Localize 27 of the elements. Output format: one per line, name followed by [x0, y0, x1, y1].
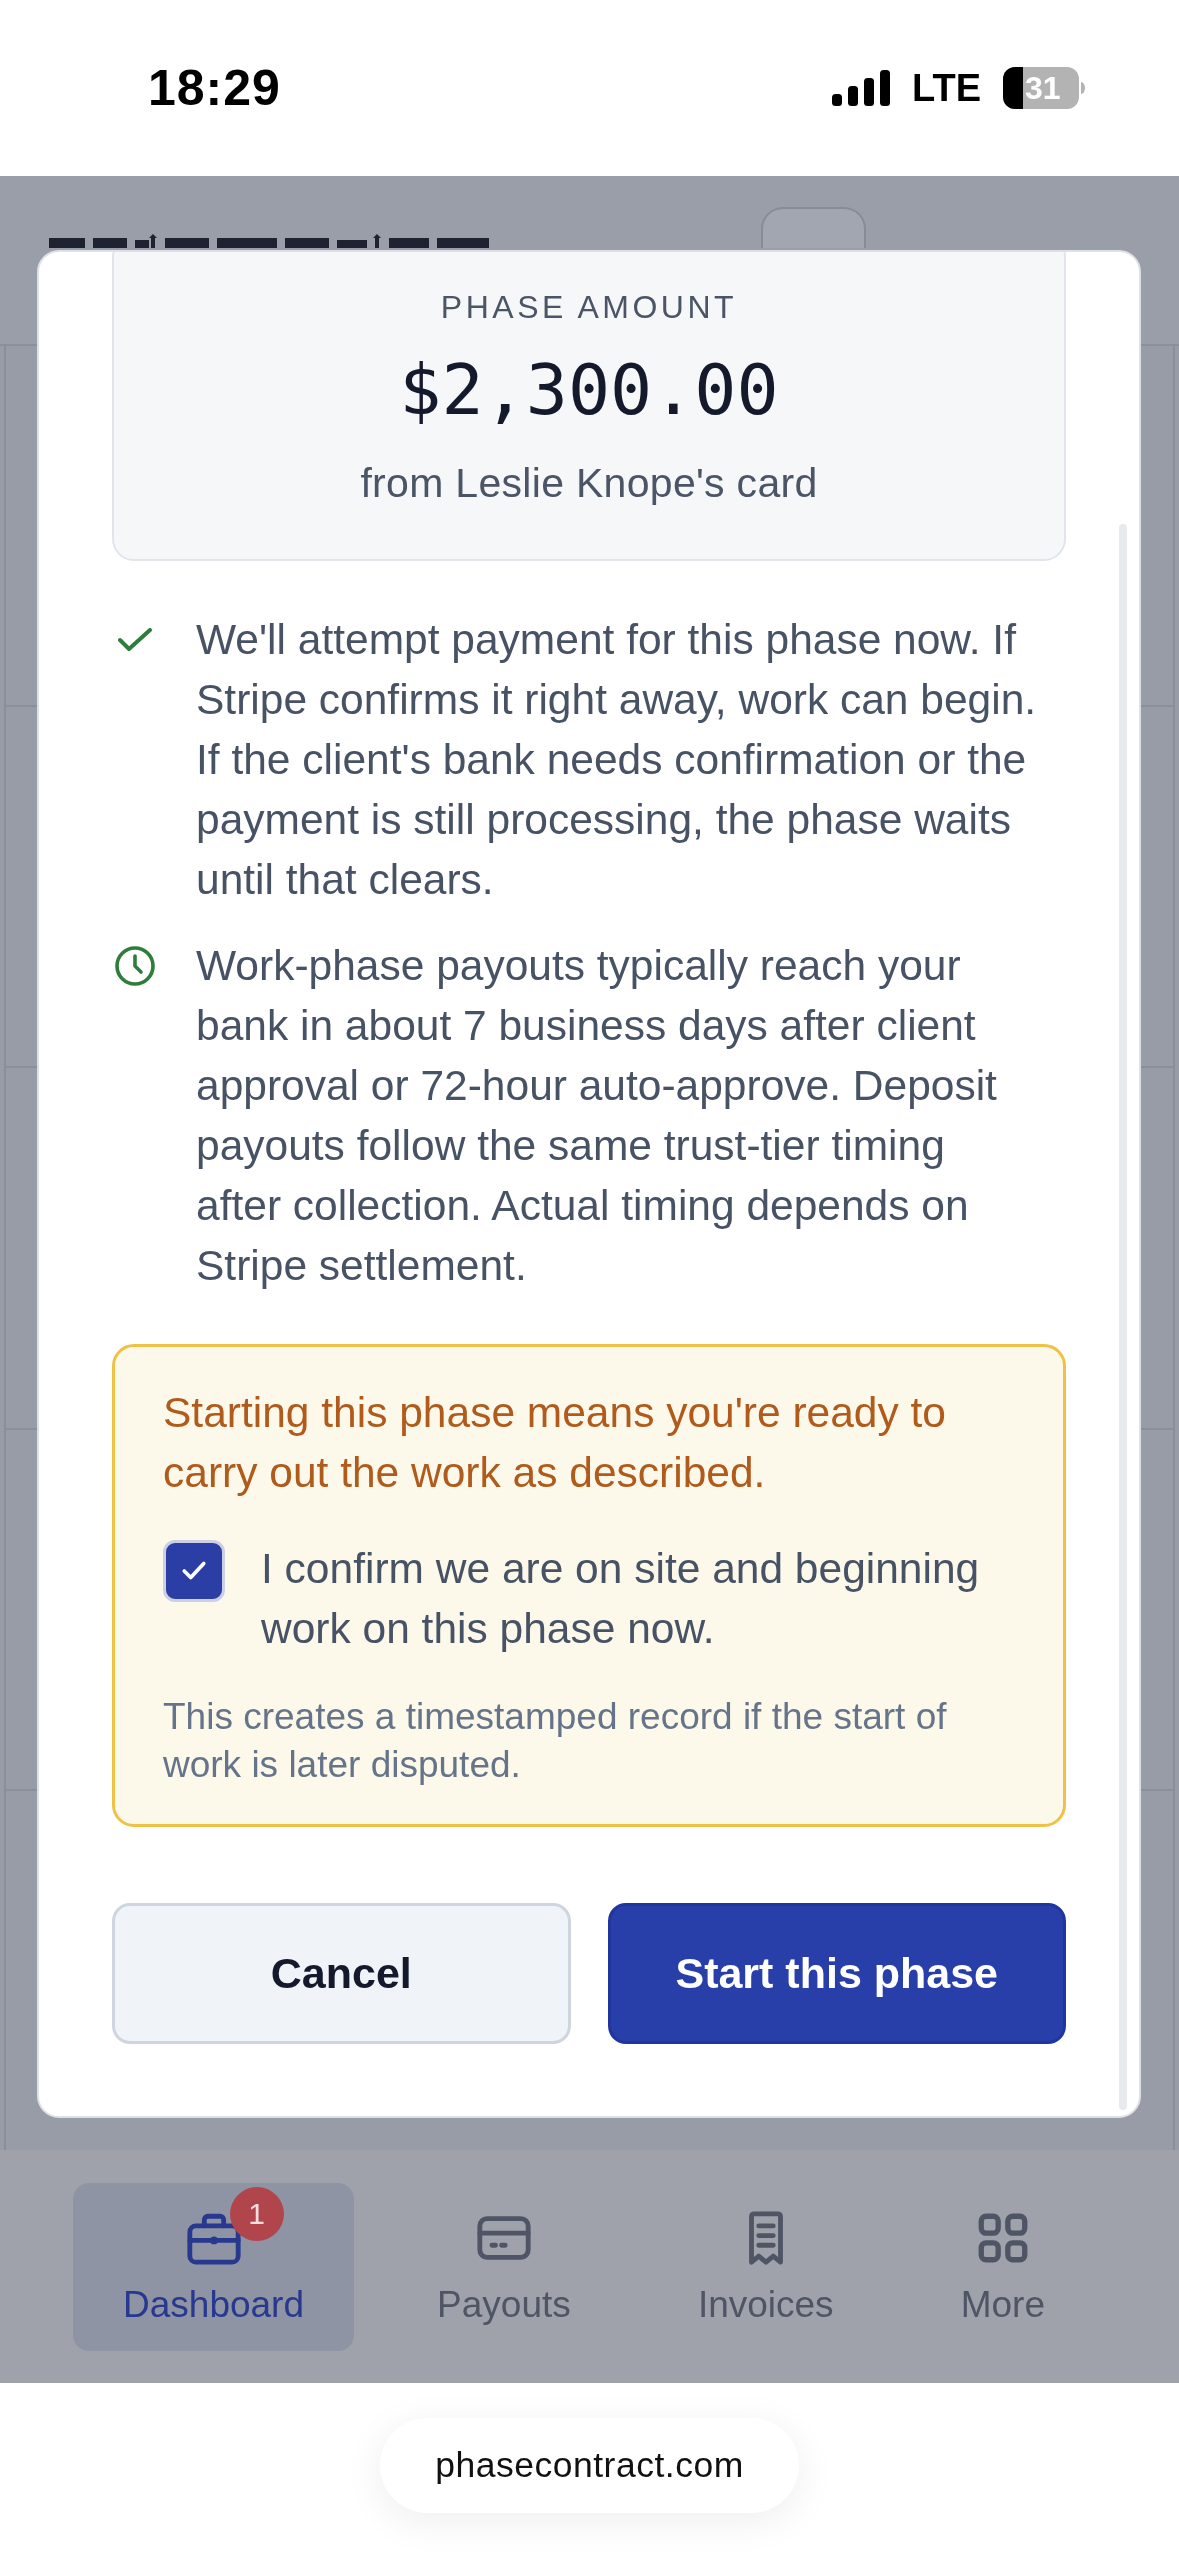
cancel-button[interactable]: Cancel	[112, 1903, 571, 2044]
network-label: LTE	[912, 66, 981, 110]
warning-message: Starting this phase means you're ready to carry out the work as described.	[163, 1388, 947, 1498]
battery-percentage: 31	[1025, 69, 1061, 107]
amount-value: $2,300.00	[399, 348, 779, 433]
notification-badge: 1	[229, 2186, 284, 2241]
amount-label: PHASE AMOUNT	[440, 288, 738, 327]
battery-icon	[1003, 67, 1085, 109]
nav-tab[interactable]: Invoices	[653, 2182, 878, 2351]
signal-icon	[832, 70, 891, 106]
info-text: We'll attempt payment for this phase now. If Stripe confirms it right away, work can begin. If the client's bank needs confirmation or the payment is still processing, the phase waits until that clears.	[196, 615, 1038, 905]
info-text: Work-phase payouts typically reach your bank in about 7 business days after client approval or 72-hour auto-approve. Deposit payouts follow the same trust-tier timing after collection. Actual timing depends on Stripe settlement.	[196, 941, 998, 1291]
clock-icon	[115, 946, 155, 986]
header-button[interactable]	[761, 207, 866, 248]
start-phase-button[interactable]: Start this phase	[607, 1903, 1066, 2044]
nav-tab[interactable]: 1 Dashboard	[73, 2182, 354, 2351]
disclaimer-text: This creates a timestamped record if the start of work is later disputed.	[163, 1695, 948, 1787]
confirm-checkbox[interactable]	[163, 1540, 225, 1602]
confirm-label: I confirm we are on site and beginning work on this phase now.	[261, 1544, 981, 1654]
nav-tab[interactable]: More	[916, 2182, 1089, 2351]
checkmark-icon	[118, 628, 152, 652]
amount-source: from Leslie Knope's card	[360, 459, 818, 508]
scrollbar-thumb[interactable]	[1119, 524, 1127, 2110]
status-time: 18:29	[148, 59, 281, 117]
checkmark-icon	[181, 1560, 207, 1582]
address-bar[interactable]: phasecontract.com	[380, 2418, 799, 2513]
nav-tab[interactable]: Payouts	[393, 2182, 615, 2351]
